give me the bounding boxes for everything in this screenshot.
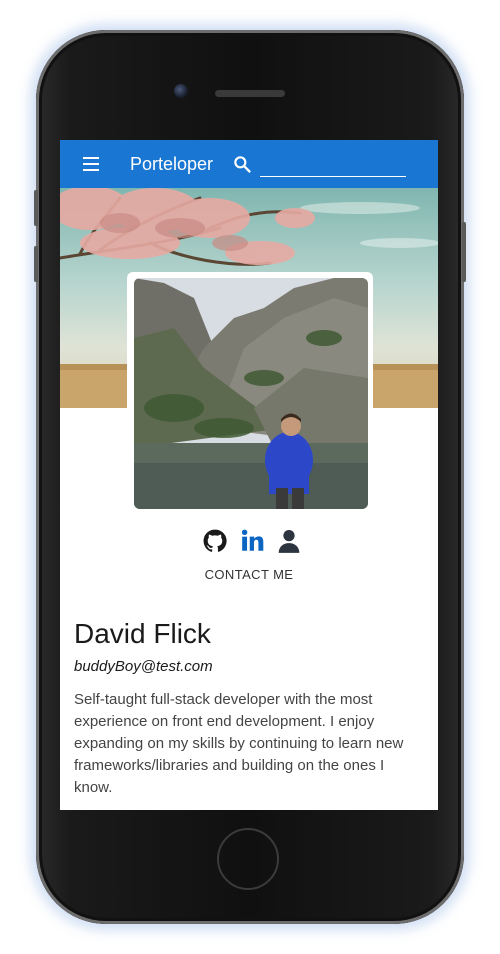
home-button[interactable]	[217, 828, 279, 890]
profile-email: buddyBoy@test.com	[74, 658, 213, 675]
front-camera	[174, 84, 188, 98]
volume-button	[34, 190, 38, 226]
profile-name: David Flick	[74, 618, 211, 649]
profile-photo	[134, 278, 368, 509]
power-button	[462, 222, 466, 282]
profile-bio: Self-taught full-stack developer with th…	[74, 691, 404, 796]
linkedin-icon[interactable]	[240, 528, 266, 554]
search-input[interactable]	[260, 150, 406, 177]
person-icon[interactable]	[276, 528, 302, 554]
earpiece-speaker	[215, 90, 285, 97]
profile-card	[127, 272, 373, 514]
contact-me-link[interactable]: CONTACT ME	[60, 567, 438, 582]
screen: Porteloper CONTACT ME David Flick buddyB…	[60, 140, 438, 810]
volume-button	[34, 246, 38, 282]
menu-icon[interactable]	[83, 157, 99, 171]
app-bar: Porteloper	[60, 140, 438, 188]
github-icon[interactable]	[202, 528, 228, 554]
search-icon[interactable]	[232, 154, 252, 174]
app-title: Porteloper	[130, 154, 214, 174]
social-links	[60, 528, 438, 556]
